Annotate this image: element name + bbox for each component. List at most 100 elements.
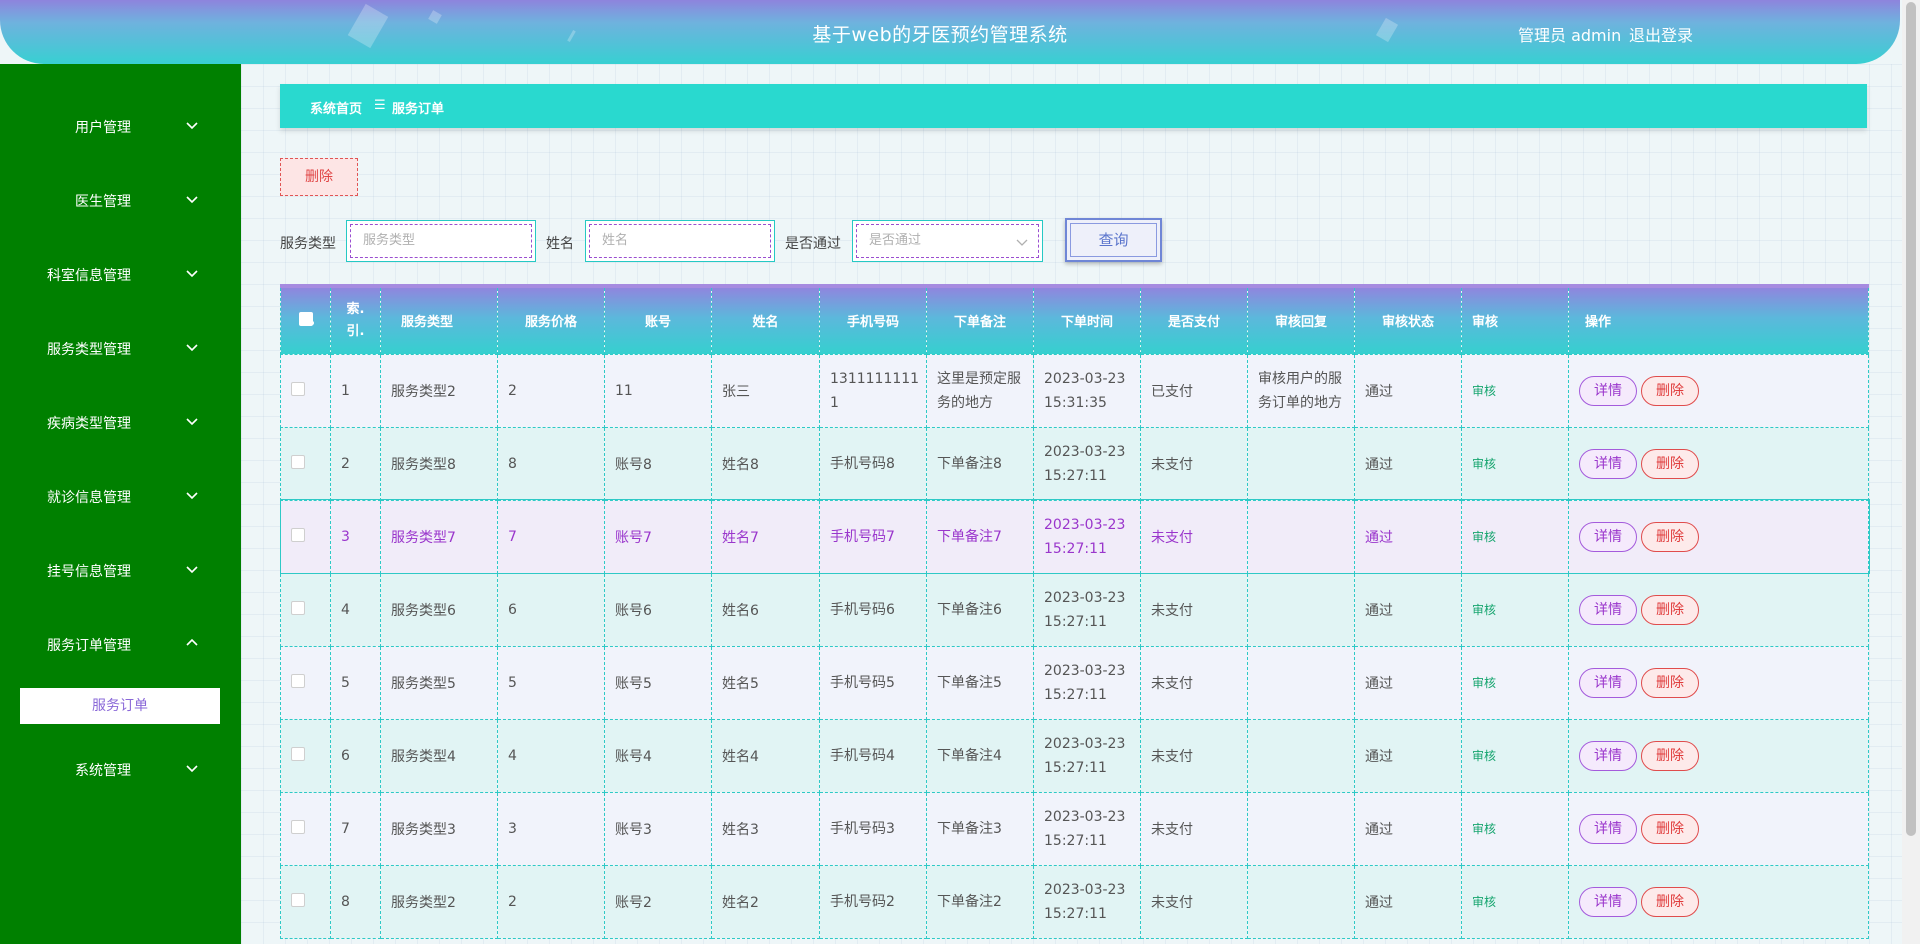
remark-line: 下单备注4 [937, 747, 1002, 764]
logout-link[interactable]: 退出登录 [1629, 22, 1693, 46]
detail-button[interactable]: 详情 [1579, 667, 1637, 698]
sidebar-item-disease-type-management[interactable]: 疾病类型管理 [0, 401, 241, 441]
cell-status: 通过 [1354, 791, 1462, 866]
sidebar-item-visit-management[interactable]: 就诊信息管理 [0, 475, 241, 515]
sidebar-item-service-type-management[interactable]: 服务类型管理 [0, 327, 241, 367]
detail-button[interactable]: 详情 [1579, 813, 1637, 844]
header-index: 索. 引. [330, 284, 381, 355]
detail-button[interactable]: 详情 [1579, 375, 1637, 406]
cell-paid: 未支付 [1140, 718, 1248, 793]
cell-account: 11 [604, 353, 712, 428]
sidebar: 用户管理 医生管理 科室信息管理 服务类型管理 疾病类型管理 就诊信息管理 挂号… [0, 64, 241, 944]
cell-remark: 下单备注7 [926, 499, 1034, 574]
audit-link[interactable]: 审核 [1472, 384, 1496, 398]
delete-button[interactable]: 删除 [1641, 886, 1699, 917]
detail-button[interactable]: 详情 [1579, 594, 1637, 625]
row-checkbox[interactable] [291, 746, 305, 761]
delete-button[interactable]: 删除 [1641, 521, 1699, 552]
row-select-cell [280, 645, 331, 720]
cell-paid: 未支付 [1140, 864, 1248, 939]
cell-price: 6 [497, 572, 605, 647]
row-checkbox[interactable] [291, 454, 305, 469]
row-checkbox[interactable] [291, 527, 305, 542]
cell-price: 7 [497, 499, 605, 574]
breadcrumb-home[interactable]: 系统首页 [310, 98, 362, 117]
cell-phone: 手机号码3 [819, 791, 927, 866]
delete-button[interactable]: 删除 [1641, 594, 1699, 625]
sidebar-item-user-management[interactable]: 用户管理 [0, 105, 241, 145]
audit-link[interactable]: 审核 [1472, 603, 1496, 617]
sidebar-item-system-management[interactable]: 系统管理 [0, 748, 241, 788]
header-price: 服务价格 [497, 284, 605, 355]
cell-phone: 手机号码2 [819, 864, 927, 939]
sidebar-item-registration-management[interactable]: 挂号信息管理 [0, 549, 241, 589]
detail-button[interactable]: 详情 [1579, 521, 1637, 552]
header-select-all[interactable] [280, 284, 331, 355]
cell-time: 2023-03-23 15:27:11 [1033, 791, 1141, 866]
row-select-cell [280, 572, 331, 647]
cell-remark: 下单备注3 [926, 791, 1034, 866]
audit-link[interactable]: 审核 [1472, 822, 1496, 836]
audit-link[interactable]: 审核 [1472, 457, 1496, 471]
search-button[interactable]: 查询 [1065, 218, 1162, 262]
cell-service-type: 服务类型8 [380, 426, 498, 501]
sidebar-item-label: 科室信息管理 [47, 268, 131, 284]
passed-select[interactable]: 是否通过 [852, 220, 1043, 262]
sidebar-item-doctor-management[interactable]: 医生管理 [0, 179, 241, 219]
cell-price: 2 [497, 864, 605, 939]
sidebar-subitem-service-order[interactable]: 服务订单 [20, 688, 220, 724]
cell-audit: 审核 [1461, 718, 1569, 793]
row-checkbox[interactable] [291, 673, 305, 688]
sidebar-item-label: 用户管理 [75, 120, 131, 136]
header-account: 账号 [604, 284, 712, 355]
cell-phone: 手机号码8 [819, 426, 927, 501]
sidebar-item-department-management[interactable]: 科室信息管理 [0, 253, 241, 293]
sidebar-item-service-order-management[interactable]: 服务订单管理 [0, 623, 241, 663]
phone-line: 手机号码5 [830, 674, 895, 691]
cell-time: 2023-03-23 15:31:35 [1033, 353, 1141, 428]
table-row: 2 服务类型8 8 账号8 姓名8 手机号码8 下单备注8 2023-03-23 15:27:1… [280, 426, 1869, 501]
delete-button[interactable]: 删除 [1641, 740, 1699, 771]
row-checkbox[interactable] [291, 892, 305, 907]
cell-price: 4 [497, 718, 605, 793]
delete-button[interactable]: 删除 [1641, 667, 1699, 698]
scrollbar-thumb[interactable] [1906, 2, 1916, 836]
cell-status: 通过 [1354, 572, 1462, 647]
vertical-scrollbar[interactable] [1902, 0, 1920, 944]
name-input[interactable]: 姓名 [585, 220, 775, 262]
cell-price: 5 [497, 645, 605, 720]
audit-link[interactable]: 审核 [1472, 749, 1496, 763]
row-checkbox[interactable] [291, 819, 305, 834]
batch-delete-button[interactable]: 删除 [280, 158, 358, 196]
service-type-input[interactable]: 服务类型 [346, 220, 536, 262]
cell-paid: 未支付 [1140, 426, 1248, 501]
cell-status: 通过 [1354, 864, 1462, 939]
time-line: 2023-03-23 [1044, 370, 1126, 387]
cell-index: 8 [330, 864, 381, 939]
row-select-cell [280, 864, 331, 939]
cell-time: 2023-03-23 15:27:11 [1033, 645, 1141, 720]
detail-button[interactable]: 详情 [1579, 448, 1637, 479]
header-actions: 操作 [1568, 284, 1869, 355]
detail-button[interactable]: 详情 [1579, 740, 1637, 771]
header-audit: 审核 [1461, 284, 1569, 355]
cell-service-type: 服务类型6 [380, 572, 498, 647]
remark-line: 这里是预定服 [937, 370, 1021, 387]
row-checkbox[interactable] [291, 600, 305, 615]
audit-link[interactable]: 审核 [1472, 676, 1496, 690]
delete-button[interactable]: 删除 [1641, 448, 1699, 479]
phone-line: 手机号码7 [830, 528, 895, 545]
audit-link[interactable]: 审核 [1472, 895, 1496, 909]
select-all-checkbox[interactable] [298, 311, 314, 326]
detail-button[interactable]: 详情 [1579, 886, 1637, 917]
cell-reply: 审核用户的服 务订单的地方 [1247, 353, 1355, 428]
time-line: 2023-03-23 [1044, 443, 1126, 460]
audit-link[interactable]: 审核 [1472, 530, 1496, 544]
row-checkbox[interactable] [291, 381, 305, 396]
time-line: 15:27:11 [1044, 613, 1107, 630]
chevron-down-icon [186, 566, 198, 574]
delete-button[interactable]: 删除 [1641, 813, 1699, 844]
breadcrumb: 系统首页 ☰ 服务订单 [280, 84, 1867, 128]
header-index-line: 引. [346, 323, 365, 339]
delete-button[interactable]: 删除 [1641, 375, 1699, 406]
